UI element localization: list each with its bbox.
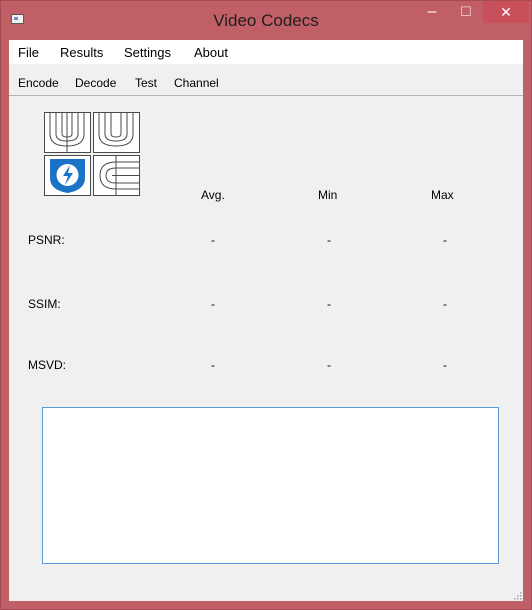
university-logo: [44, 112, 140, 196]
psnr-min-value: -: [327, 233, 331, 247]
msvd-avg-value: -: [211, 358, 215, 372]
resize-grip-icon[interactable]: [512, 590, 522, 600]
psnr-max-value: -: [443, 233, 447, 247]
msvd-min-value: -: [327, 358, 331, 372]
header-avg: Avg.: [201, 188, 225, 202]
close-button[interactable]: ✕: [483, 1, 529, 23]
toolbar-decode[interactable]: Decode: [75, 76, 116, 90]
maximize-button[interactable]: ☐: [453, 1, 479, 23]
minimize-button[interactable]: –: [419, 1, 445, 23]
label-psnr: PSNR:: [28, 233, 65, 247]
header-min: Min: [318, 188, 338, 202]
label-msvd: MSVD:: [28, 358, 67, 372]
title-bar[interactable]: Video Codecs – ☐ ✕: [1, 1, 531, 40]
menu-results[interactable]: Results: [60, 45, 103, 60]
toolbar-test[interactable]: Test: [135, 76, 157, 90]
window-title: Video Codecs: [213, 11, 319, 30]
app-window: Video Codecs – ☐ ✕ File Results Settings…: [0, 0, 532, 610]
header-max: Max: [431, 188, 454, 202]
psnr-avg-value: -: [211, 233, 215, 247]
ssim-max-value: -: [443, 297, 447, 311]
ssim-min-value: -: [327, 297, 331, 311]
menu-about[interactable]: About: [194, 45, 228, 60]
toolbar-encode[interactable]: Encode: [18, 76, 59, 90]
tool-bar: Encode Decode Test Channel: [9, 64, 523, 96]
msvd-max-value: -: [443, 358, 447, 372]
menu-bar: File Results Settings About: [9, 40, 523, 64]
toolbar-channel[interactable]: Channel: [174, 76, 219, 90]
menu-settings[interactable]: Settings: [124, 45, 171, 60]
label-ssim: SSIM:: [28, 297, 61, 311]
ssim-avg-value: -: [211, 297, 215, 311]
menu-file[interactable]: File: [18, 45, 39, 60]
client-area: File Results Settings About Encode Decod…: [9, 40, 523, 601]
output-text-area[interactable]: [42, 407, 499, 564]
